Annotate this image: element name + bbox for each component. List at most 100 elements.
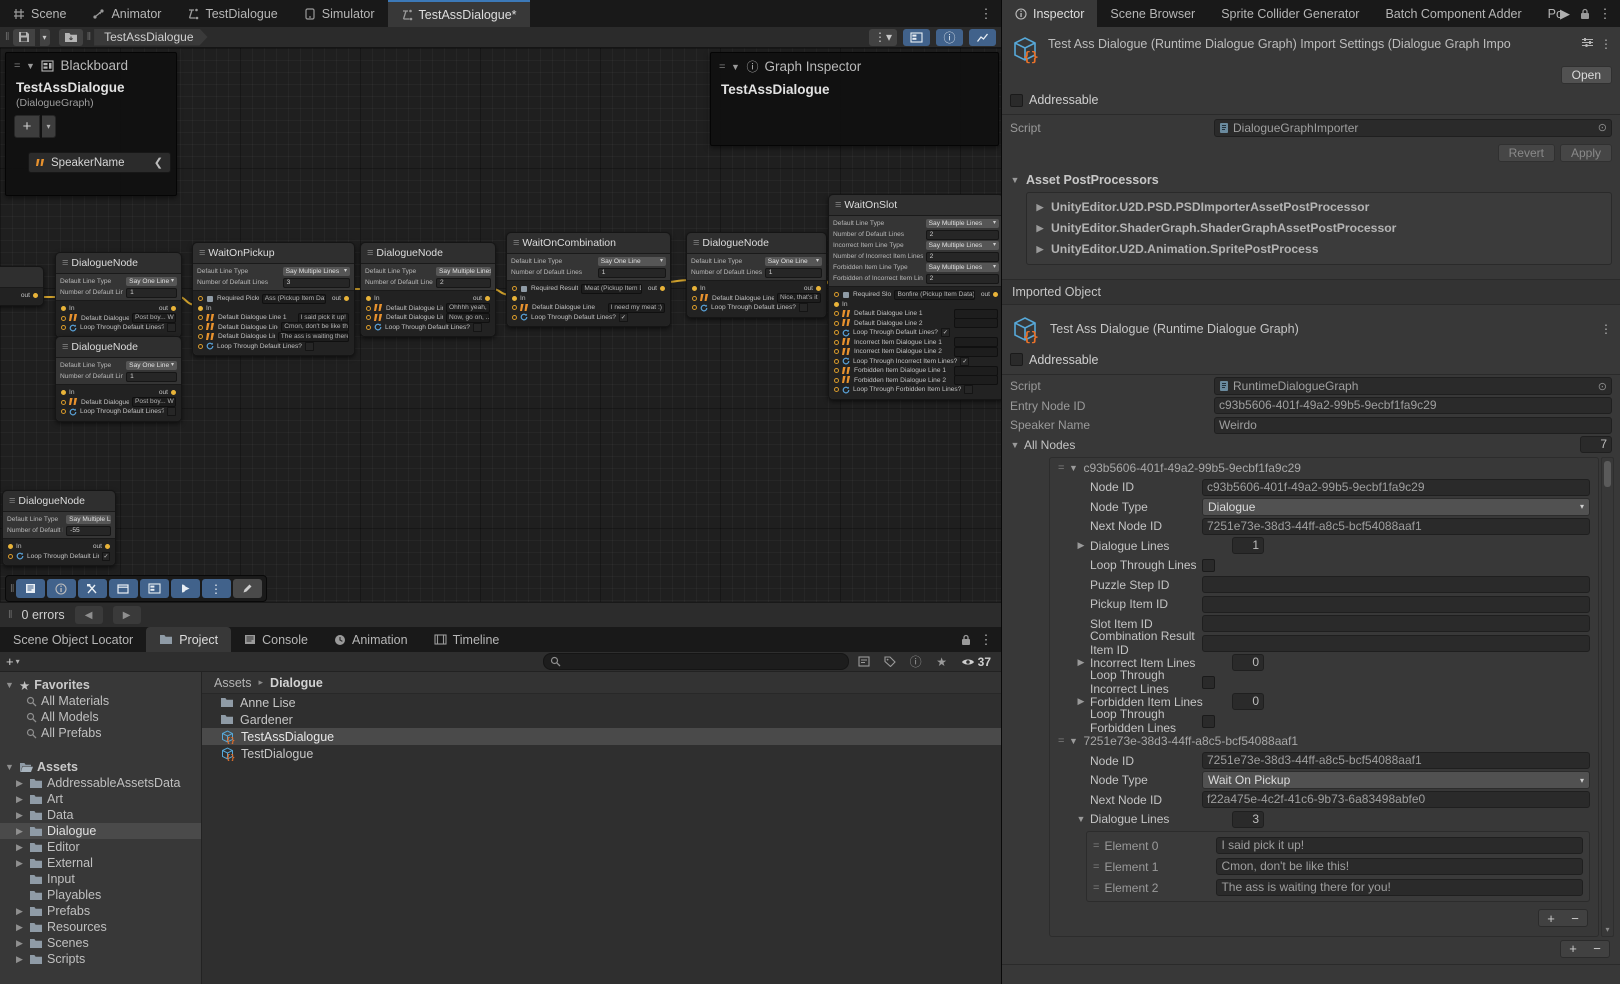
graph-node-dialoguenode[interactable]: ≡DialogueNodeDefault Line TypeSay One Li…	[686, 232, 827, 318]
row-dropdown[interactable]: Wait On Pickup▾	[1202, 771, 1590, 789]
property-field[interactable]: 1	[126, 372, 177, 382]
graph-node-dialoguenode[interactable]: ≡DialogueNodeDefault Line TypeSay Multip…	[2, 490, 116, 566]
node-port-row[interactable]: In	[193, 304, 354, 314]
node-port-row[interactable]: Forbidden Item Dialogue Line 1	[829, 366, 1001, 376]
output-port-icon[interactable]	[485, 296, 490, 301]
node-port-row[interactable]: Loop Through Default Lines?✓	[829, 328, 1001, 338]
panel-drag-handle-icon[interactable]: =	[14, 60, 19, 72]
port-value-field[interactable]: Ohhhh yeah,	[446, 303, 490, 313]
breadcrumb-assets[interactable]: Assets	[214, 676, 252, 690]
graph-node-dialoguenode[interactable]: ≡DialogueNodeDefault Line TypeSay Multip…	[360, 242, 496, 337]
tree-item-addressableassetsdata[interactable]: ▶AddressableAssetsData	[0, 775, 201, 791]
node-port-row[interactable]: Loop Through Default Lines?	[193, 342, 354, 352]
foldout-arrow-icon[interactable]: ▶	[1076, 696, 1086, 707]
foldout-arrow-icon[interactable]: ▼	[1068, 463, 1078, 473]
all-nodes-count[interactable]: 7	[1580, 436, 1612, 453]
canvas-tool-kebab-icon[interactable]: ⋮	[202, 579, 231, 598]
property-field[interactable]: 2	[436, 278, 491, 288]
tab-inspector[interactable]: Inspector	[1002, 0, 1097, 27]
port-icon[interactable]	[61, 316, 66, 321]
foldout-arrow-icon[interactable]: ▶	[1035, 223, 1045, 234]
port-icon[interactable]	[834, 359, 839, 364]
property-dropdown[interactable]: Say Multiple Lines▾	[283, 267, 350, 276]
script-field[interactable]: DialogueGraphImporter ⊙	[1214, 119, 1612, 137]
graph-inspector-toggle-button[interactable]: ⓘ	[936, 29, 963, 46]
add-variable-dropdown[interactable]: ▾	[42, 115, 56, 138]
save-dropdown-button[interactable]: ▾	[40, 29, 50, 46]
property-dropdown[interactable]: Say One Line▾	[598, 257, 666, 266]
node-port-row[interactable]: In	[507, 294, 670, 304]
property-field[interactable]: -55	[66, 526, 111, 536]
property-field[interactable]: 1	[126, 288, 177, 298]
tree-item-all-models[interactable]: All Models	[0, 709, 201, 725]
tab-simulator[interactable]: Simulator	[291, 0, 388, 27]
addressable-checkbox[interactable]	[1010, 94, 1023, 107]
port-checkbox[interactable]	[167, 323, 176, 332]
file-item-anne-lise[interactable]: Anne Lise	[202, 694, 1001, 711]
port-checkbox[interactable]: ✓	[102, 552, 110, 561]
port-value-field[interactable]: Nice, that's it	[777, 293, 821, 303]
port-value-field[interactable]: Ass (Pickup Item Data)	[262, 294, 326, 304]
tab-scroll-right-icon[interactable]: ▶	[1556, 5, 1574, 23]
port-value-field[interactable]: I need my meat :)	[608, 303, 665, 313]
node-port-row[interactable]: Inout	[687, 284, 826, 294]
row-checkbox[interactable]	[1202, 676, 1215, 689]
property-field[interactable]: 1	[598, 268, 666, 278]
toolbar-drag-handle[interactable]: ‖	[5, 31, 9, 43]
row-text-field[interactable]	[1202, 615, 1590, 632]
node-port-row[interactable]: Loop Through Default Lines?✓	[507, 313, 670, 323]
port-icon[interactable]	[198, 325, 203, 330]
addressable-checkbox[interactable]	[1010, 353, 1023, 366]
input-port-icon[interactable]	[198, 306, 203, 311]
array-size-field[interactable]: 1	[1232, 537, 1264, 554]
row-checkbox[interactable]	[1202, 559, 1215, 572]
port-icon[interactable]	[366, 306, 371, 311]
node-port-row[interactable]: Loop Through Default Lines?✓	[3, 552, 115, 562]
port-icon[interactable]	[198, 344, 203, 349]
tree-item-scripts[interactable]: ▶Scripts	[0, 951, 201, 967]
input-port-icon[interactable]	[8, 544, 13, 549]
next-error-button[interactable]: ▶	[113, 606, 141, 624]
node-port-row[interactable]: Inout	[361, 294, 495, 304]
node-port-row[interactable]: Default Dialogue Line 2	[829, 319, 1001, 329]
port-icon[interactable]	[692, 296, 697, 301]
port-value-field[interactable]	[954, 375, 998, 385]
postprocessor-item[interactable]: ▶UnityEditor.U2D.Animation.SpritePostPro…	[1027, 239, 1611, 260]
row-text-field[interactable]	[1202, 635, 1590, 652]
tree-item-assets[interactable]: ▼Assets	[0, 759, 201, 775]
graph-canvas[interactable]: = ▼ Blackboard TestAssDialogue (Dialogue…	[0, 48, 1001, 602]
search-field[interactable]	[543, 653, 849, 670]
node-port-row[interactable]: Inout	[56, 304, 181, 314]
tree-item-input[interactable]: Input	[0, 871, 201, 887]
output-port-icon[interactable]	[660, 286, 665, 291]
port-value-field[interactable]: The ass is waiting there for	[278, 332, 349, 342]
tree-item-resources[interactable]: ▶Resources	[0, 919, 201, 935]
drag-handle-icon[interactable]: =	[1093, 840, 1098, 852]
view-options-button[interactable]: ⋮▾	[869, 29, 897, 46]
tree-item-playables[interactable]: Playables	[0, 887, 201, 903]
node-port-row[interactable]: Default Dialogue Line 1Ohhhh yeah,	[361, 304, 495, 314]
tree-item-favorites[interactable]: ▼★Favorites	[0, 677, 201, 693]
hidden-count-toggle[interactable]: 37	[957, 655, 995, 669]
property-dropdown[interactable]: Say Multiple Lines▾	[926, 241, 999, 250]
script-field[interactable]: RuntimeDialogueGraph ⊙	[1214, 377, 1612, 395]
node-port-row[interactable]: Loop Through Incorrect Item Lines?✓	[829, 357, 1001, 367]
row-text-field[interactable]	[1202, 596, 1590, 613]
port-icon[interactable]	[834, 349, 839, 354]
port-value-field[interactable]	[954, 309, 998, 319]
row-checkbox[interactable]	[1202, 715, 1215, 728]
port-icon[interactable]	[61, 325, 66, 330]
foldout-arrow-icon[interactable]: ▼	[730, 62, 740, 72]
entry-node-id-field[interactable]: c93b5606-401f-49a2-99b5-9ecbf1fa9c29	[1214, 397, 1612, 414]
canvas-tool-info-icon[interactable]	[47, 579, 76, 598]
foldout-arrow-icon[interactable]: ▼	[4, 762, 15, 772]
postprocessor-item[interactable]: ▶UnityEditor.U2D.PSD.PSDImporterAssetPos…	[1027, 197, 1611, 218]
tab-scene-object-locator[interactable]: Scene Object Locator	[0, 627, 146, 652]
tab-project[interactable]: Project	[146, 627, 231, 652]
element-value-field[interactable]: Cmon, don't be like this!	[1216, 858, 1583, 875]
tab-timeline[interactable]: Timeline	[421, 627, 513, 652]
foldout-arrow-icon[interactable]: ▼	[4, 680, 15, 690]
tree-item-all-prefabs[interactable]: All Prefabs	[0, 725, 201, 741]
project-breadcrumb[interactable]: Assets▸Dialogue	[202, 672, 1001, 694]
port-value-field[interactable]	[954, 366, 998, 376]
